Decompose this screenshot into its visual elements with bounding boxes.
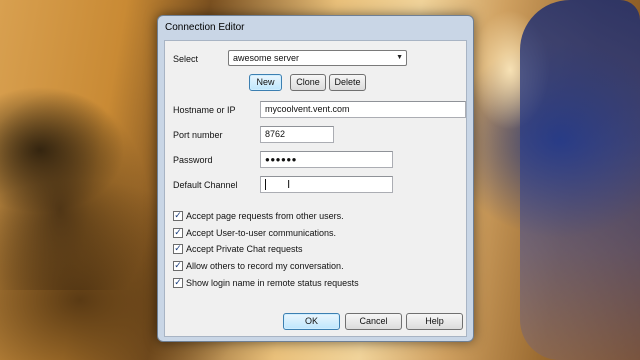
- chevron-down-icon[interactable]: ▼: [396, 54, 403, 61]
- wallpaper-shadow: [0, 90, 150, 290]
- clone-button[interactable]: Clone: [290, 74, 326, 91]
- server-select[interactable]: awesome server ▼: [228, 50, 407, 66]
- password-input[interactable]: ●●●●●●: [260, 151, 393, 168]
- select-label: Select: [173, 54, 199, 64]
- wallpaper-figure: [520, 0, 640, 360]
- port-input[interactable]: 8762: [260, 126, 334, 143]
- port-label: Port number: [173, 130, 223, 140]
- default-channel-input[interactable]: I: [260, 176, 393, 193]
- port-value: 8762: [265, 129, 286, 139]
- password-label: Password: [173, 155, 213, 165]
- hostname-input[interactable]: mycoolvent.vent.com: [260, 101, 466, 118]
- server-select-value: awesome server: [233, 53, 300, 63]
- default-channel-label: Default Channel: [173, 180, 238, 190]
- password-value: ●●●●●●: [265, 155, 297, 164]
- title-bar[interactable]: Connection Editor: [158, 16, 473, 38]
- accept-private-chat-checkbox[interactable]: ✓: [173, 244, 183, 254]
- accept-page-requests-checkbox[interactable]: ✓: [173, 211, 183, 221]
- ibeam-cursor-icon: I: [287, 178, 291, 191]
- accept-private-chat-label[interactable]: Accept Private Chat requests: [186, 244, 303, 254]
- ok-button[interactable]: OK: [283, 313, 340, 330]
- dialog-title: Connection Editor: [165, 22, 245, 33]
- show-login-name-checkbox[interactable]: ✓: [173, 278, 183, 288]
- accept-user-to-user-checkbox[interactable]: ✓: [173, 228, 183, 238]
- accept-user-to-user-label[interactable]: Accept User-to-user communications.: [186, 228, 336, 238]
- new-button[interactable]: New: [249, 74, 282, 91]
- hostname-label: Hostname or IP: [173, 105, 236, 115]
- help-button[interactable]: Help: [406, 313, 463, 330]
- dialog-body: Select awesome server ▼ New Clone Delete…: [164, 40, 467, 337]
- allow-record-label[interactable]: Allow others to record my conversation.: [186, 261, 344, 271]
- show-login-name-label[interactable]: Show login name in remote status request…: [186, 278, 359, 288]
- accept-page-requests-label[interactable]: Accept page requests from other users.: [186, 211, 344, 221]
- cancel-button[interactable]: Cancel: [345, 313, 402, 330]
- allow-record-checkbox[interactable]: ✓: [173, 261, 183, 271]
- delete-button[interactable]: Delete: [329, 74, 366, 91]
- connection-editor-dialog: Connection Editor Select awesome server …: [157, 15, 474, 342]
- hostname-value: mycoolvent.vent.com: [265, 104, 350, 114]
- text-caret: [265, 179, 266, 190]
